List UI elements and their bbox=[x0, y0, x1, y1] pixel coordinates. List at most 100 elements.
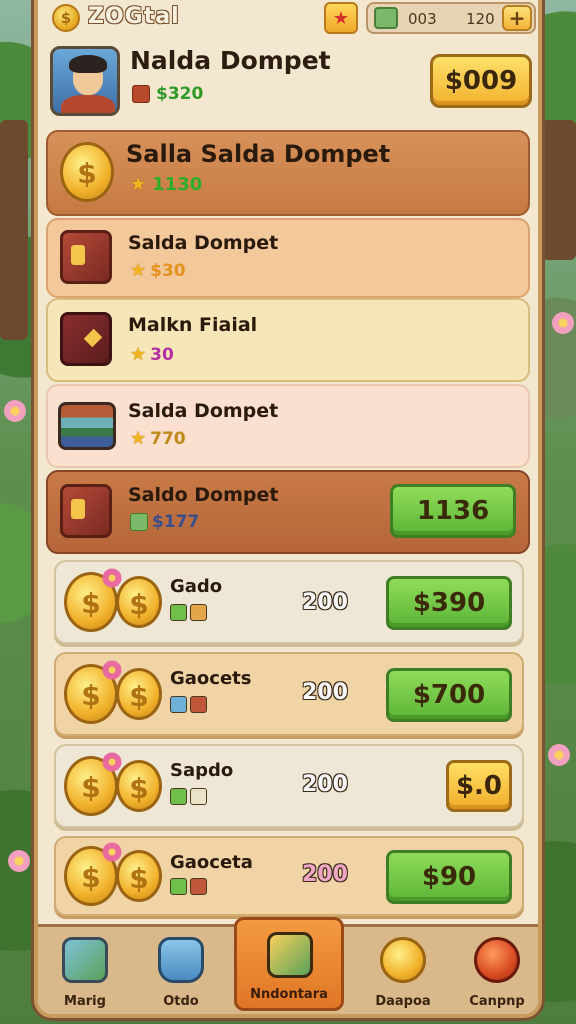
cards-icon bbox=[267, 932, 313, 978]
highlight-row[interactable]: Saldo Dompet $177 1136 bbox=[46, 470, 530, 554]
offer-qty: 200 bbox=[302, 680, 348, 705]
avatar bbox=[50, 46, 120, 116]
gift-box-icon bbox=[132, 85, 150, 103]
offer-buy-button[interactable]: $.0 bbox=[446, 760, 512, 812]
offer-qty: 200 bbox=[302, 772, 348, 797]
offer-icons bbox=[170, 604, 207, 621]
nav-item-coin[interactable]: Daapoa bbox=[358, 935, 448, 1011]
nav-label: Otdo bbox=[163, 994, 199, 1009]
coin-offer-row[interactable]: $ $ Gaocets 200 $700 bbox=[54, 652, 524, 736]
gem-icon bbox=[170, 696, 187, 713]
nav-label: Nndontara bbox=[250, 987, 328, 1002]
gem-icon bbox=[170, 878, 187, 895]
item-value: 770 bbox=[150, 428, 186, 449]
star-button[interactable]: ★ bbox=[324, 2, 358, 34]
offer-title: Gado bbox=[170, 576, 223, 597]
currency-display: 003 120 + bbox=[366, 2, 536, 34]
star-icon: ★ bbox=[130, 428, 147, 449]
item-value-group: ★ $30 bbox=[130, 260, 186, 281]
logo-text: ZOGtal bbox=[88, 4, 180, 29]
flower-icon bbox=[8, 850, 30, 872]
offer-buy-button[interactable]: $90 bbox=[386, 850, 512, 904]
item-value-group: ★ 30 bbox=[130, 344, 174, 365]
nav-label: Marig bbox=[64, 994, 106, 1009]
featured-row[interactable]: $ Salla Salda Dompet ★ 1130 bbox=[46, 130, 530, 216]
list-item[interactable]: Salda Dompet ★ 770 bbox=[46, 384, 530, 468]
shop-panel: $ ZOGtal ★ 003 120 + Nalda Dompet $320 $… bbox=[34, 0, 542, 1018]
offer-title: Gaoceta bbox=[170, 852, 253, 873]
chest-icon bbox=[60, 484, 112, 538]
profile-price-button[interactable]: $009 bbox=[430, 54, 532, 108]
nav-item-bag[interactable]: Otdo bbox=[136, 935, 226, 1011]
add-currency-button[interactable]: + bbox=[502, 5, 532, 31]
list-item[interactable]: Salda Dompet ★ $30 bbox=[46, 218, 530, 298]
nav-item-red-coin[interactable]: Canpnp bbox=[452, 935, 542, 1011]
book-stack-icon bbox=[58, 402, 116, 450]
coin-icon: $ bbox=[116, 576, 162, 628]
nav-item-map[interactable]: Marig bbox=[40, 935, 130, 1011]
red-coin-icon bbox=[474, 937, 520, 983]
profile-balance-value: $320 bbox=[156, 84, 204, 104]
box-icon bbox=[190, 878, 207, 895]
offer-title: Gaocets bbox=[170, 668, 252, 689]
map-icon bbox=[62, 937, 108, 983]
coin-icon: $ bbox=[116, 760, 162, 812]
offer-icons bbox=[170, 878, 207, 895]
item-value: 30 bbox=[150, 344, 174, 365]
featured-value-group: ★ 1130 bbox=[130, 174, 202, 195]
logo-coin-icon: $ bbox=[52, 4, 80, 32]
coin-offer-row[interactable]: $ $ Gaoceta 200 $90 bbox=[54, 836, 524, 916]
nav-item-active[interactable]: Nndontara bbox=[234, 917, 344, 1011]
highlight-value-group: $177 bbox=[130, 512, 199, 532]
flower-icon bbox=[552, 312, 574, 334]
sun-coin-icon: $ bbox=[60, 142, 114, 202]
gem-icon bbox=[170, 788, 187, 805]
profile-name: Nalda Dompet bbox=[130, 46, 331, 75]
star-icon: ★ bbox=[130, 174, 147, 195]
chest-icon bbox=[60, 230, 112, 284]
offer-buy-button[interactable]: $700 bbox=[386, 668, 512, 722]
flower-icon bbox=[102, 842, 122, 862]
star-icon: ★ bbox=[130, 260, 147, 281]
featured-value: 1130 bbox=[152, 174, 203, 195]
item-title: Malkn Fiaial bbox=[128, 314, 258, 336]
box-icon bbox=[190, 696, 207, 713]
offer-icons bbox=[170, 696, 207, 713]
box-icon bbox=[190, 604, 207, 621]
coin-stack-icon bbox=[190, 788, 207, 805]
coin-offer-row[interactable]: $ $ Gado 200 $390 bbox=[54, 560, 524, 644]
coin-icon: $ bbox=[116, 668, 162, 720]
bottom-nav: Marig Otdo Nndontara Daapoa Canpnp bbox=[38, 917, 538, 1014]
highlight-value: $177 bbox=[152, 512, 200, 532]
chest-icon bbox=[60, 312, 112, 366]
profile-balance: $320 bbox=[132, 84, 203, 104]
offer-qty: 200 bbox=[302, 862, 348, 887]
gem-icon bbox=[170, 604, 187, 621]
item-value: $30 bbox=[150, 260, 186, 281]
currency-value-b: 120 bbox=[466, 10, 495, 28]
item-title: Salda Dompet bbox=[128, 400, 279, 422]
flower-icon bbox=[102, 660, 122, 680]
highlight-title: Saldo Dompet bbox=[128, 484, 279, 506]
flower-icon bbox=[548, 744, 570, 766]
coin-icon: $ bbox=[116, 850, 162, 902]
item-value-group: ★ 770 bbox=[130, 428, 186, 449]
coin-offer-row[interactable]: $ $ Sapdo 200 $.0 bbox=[54, 744, 524, 828]
star-icon: ★ bbox=[130, 344, 147, 365]
nav-label: Daapoa bbox=[375, 994, 431, 1009]
top-bar: $ ZOGtal ★ 003 120 + bbox=[38, 0, 538, 40]
cash-icon bbox=[130, 513, 148, 531]
item-title: Salda Dompet bbox=[128, 232, 279, 254]
cash-icon bbox=[374, 7, 398, 29]
trash-bag-icon bbox=[158, 937, 204, 983]
offer-buy-button[interactable]: $390 bbox=[386, 576, 512, 630]
flower-icon bbox=[102, 568, 122, 588]
tree-trunk-right bbox=[542, 120, 576, 260]
flower-icon bbox=[4, 400, 26, 422]
list-item[interactable]: Malkn Fiaial ★ 30 bbox=[46, 298, 530, 382]
featured-title: Salla Salda Dompet bbox=[126, 140, 391, 168]
highlight-buy-button[interactable]: 1136 bbox=[390, 484, 516, 538]
flower-icon bbox=[102, 752, 122, 772]
offer-title: Sapdo bbox=[170, 760, 234, 781]
profile-row: Nalda Dompet $320 $009 bbox=[48, 44, 532, 122]
